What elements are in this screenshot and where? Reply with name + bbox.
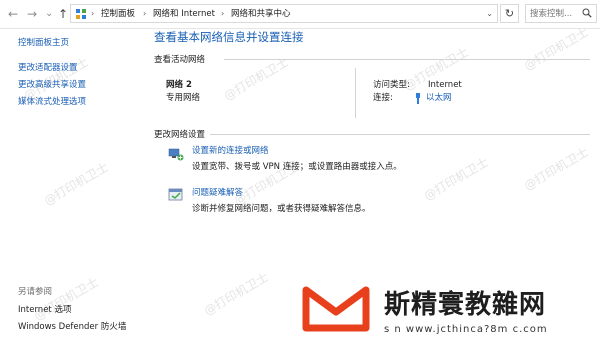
network-divider: [355, 68, 356, 118]
windows-defender-firewall-link[interactable]: Windows Defender 防火墙: [18, 322, 126, 333]
network-type: 专用网络: [166, 93, 201, 103]
watermark: @打印机卫士: [41, 159, 111, 208]
brand-logo-icon: [302, 286, 370, 332]
watermark: @打印机卫士: [521, 24, 591, 73]
troubleshoot-description: 诊断并修复网络问题，或者获得疑难解答信息。: [192, 204, 371, 214]
connection-label: 连接:: [373, 93, 393, 103]
change-advanced-sharing-link[interactable]: 更改高级共享设置: [18, 80, 86, 91]
watermark: @打印机卫士: [421, 154, 491, 203]
breadcrumb-control-panel[interactable]: 控制面板: [101, 8, 135, 20]
active-networks-heading: 查看活动网络: [154, 55, 206, 65]
watermark: @打印机卫士: [521, 144, 591, 193]
setup-new-connection-link[interactable]: 设置新的连接或网络: [192, 146, 269, 157]
page-title: 查看基本网络信息并设置连接: [154, 30, 304, 44]
forward-arrow-icon[interactable]: →: [27, 6, 37, 22]
breadcrumb-sharing-center[interactable]: 网络和共享中心: [231, 8, 291, 20]
brand-url: s n www.jcthinca?8m c.com: [384, 324, 548, 335]
recent-locations-chevron-icon[interactable]: ⌄: [45, 6, 53, 22]
access-type-label: 访问类型:: [373, 80, 410, 90]
internet-options-link[interactable]: Internet 选项: [18, 305, 71, 316]
refresh-icon: ↻: [504, 7, 515, 20]
brand-watermark: 斯精寰教雜网 s n www.jcthinca?8m c.com: [300, 280, 600, 346]
control-panel-icon: [76, 9, 86, 19]
breadcrumb-separator: ›: [143, 9, 147, 18]
change-network-settings-heading: 更改网络设置: [154, 130, 206, 140]
network-name: 网络 2: [166, 80, 192, 90]
watermark: @打印机卫士: [31, 274, 101, 323]
change-adapter-settings-link[interactable]: 更改适配器设置: [18, 63, 78, 74]
control-panel-home-link[interactable]: 控制面板主页: [18, 38, 69, 49]
setup-new-connection-description: 设置宽带、拨号或 VPN 连接；或设置路由器或接入点。: [192, 162, 402, 172]
watermark: @打印机卫士: [201, 269, 271, 318]
search-icon[interactable]: [582, 8, 592, 18]
brand-name: 斯精寰教雜网: [384, 290, 547, 320]
troubleshoot-problems-link[interactable]: 问题疑难解答: [192, 188, 243, 199]
breadcrumb-separator: ›: [91, 9, 95, 18]
address-dropdown-chevron-icon[interactable]: ⌄: [486, 8, 493, 20]
breadcrumb-network-internet[interactable]: 网络和 Internet: [153, 8, 215, 20]
see-also-heading: 另请参阅: [18, 287, 53, 297]
ethernet-icon: [416, 93, 420, 104]
address-box[interactable]: › 控制面板 › 网络和 Internet › 网络和共享中心 ⌄: [70, 4, 498, 23]
search-input[interactable]: [526, 6, 586, 21]
new-connection-icon: [168, 148, 184, 161]
section-divider: [224, 59, 590, 60]
back-arrow-icon[interactable]: ←: [8, 6, 18, 22]
address-toolbar: ← → ⌄ ↑ › 控制面板 › 网络和 Internet › 网络和共享中心 …: [0, 0, 600, 29]
search-box[interactable]: [525, 4, 597, 23]
refresh-button[interactable]: ↻: [500, 4, 519, 23]
ethernet-connection-link[interactable]: 以太网: [426, 93, 452, 104]
access-type-value: Internet: [428, 80, 462, 90]
section-divider: [210, 134, 590, 135]
up-arrow-icon[interactable]: ↑: [58, 6, 68, 22]
breadcrumb-separator: ›: [221, 9, 225, 18]
media-streaming-options-link[interactable]: 媒体流式处理选项: [18, 97, 86, 108]
troubleshoot-icon: [168, 188, 183, 201]
watermark: @打印机卫士: [221, 54, 291, 103]
